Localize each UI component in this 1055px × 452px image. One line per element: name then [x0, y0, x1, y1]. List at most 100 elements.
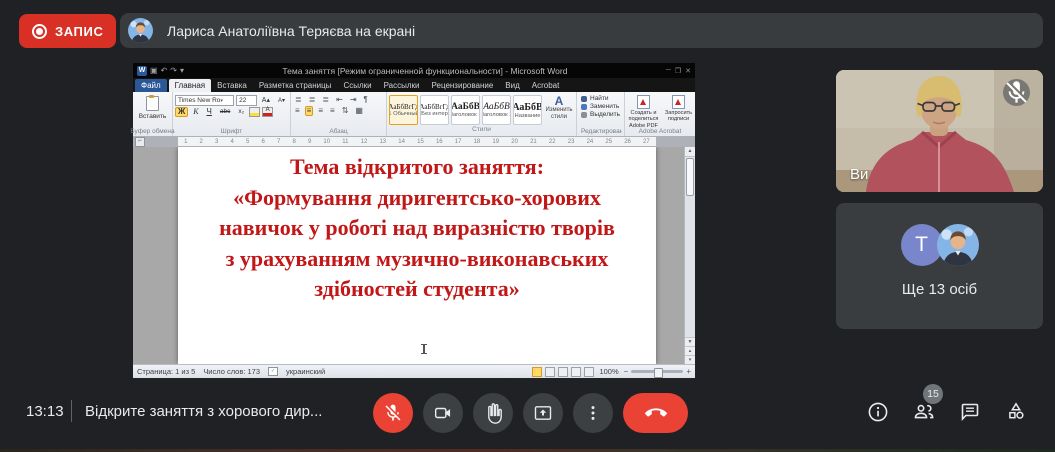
style-name: Заголовок 2: [482, 112, 511, 118]
editing-item[interactable]: Выделить: [581, 111, 622, 118]
borders-button[interactable]: ▦: [353, 106, 365, 116]
self-video-tile[interactable]: Ви: [836, 70, 1043, 192]
numbered-list-button[interactable]: ≣: [307, 95, 318, 105]
bullet-list-button[interactable]: ≣: [293, 95, 304, 105]
justify-button[interactable]: ≡: [328, 106, 337, 116]
mic-toggle-button[interactable]: [373, 393, 413, 433]
ruler-number: 17: [455, 139, 462, 145]
align-right-button[interactable]: ≡: [316, 106, 325, 116]
activities-button[interactable]: [1004, 400, 1028, 424]
document-page[interactable]: Тема відкритого заняття:«Формування дири…: [178, 147, 656, 364]
line-spacing-button[interactable]: ⇅: [340, 106, 351, 116]
undo-icon[interactable]: ↶: [161, 67, 168, 75]
ruler-number: 13: [379, 139, 386, 145]
scrollbar-thumb[interactable]: [686, 158, 694, 196]
page-indicator[interactable]: Страница: 1 из 5: [137, 367, 195, 376]
grow-font-button[interactable]: А▴: [259, 96, 273, 105]
style-card[interactable]: АаБбВЗаголовок 2: [482, 95, 511, 125]
ruler-number: 16: [436, 139, 443, 145]
ribbon-tab-8[interactable]: Вид: [499, 79, 525, 92]
vertical-scrollbar[interactable]: ▲ ▼ ▴ ▾: [684, 147, 695, 364]
self-name-label: Ви: [850, 166, 868, 183]
text-highlight-button[interactable]: [249, 107, 260, 117]
paste-icon[interactable]: [146, 96, 159, 111]
increase-indent-button[interactable]: ⇥: [348, 95, 359, 105]
paragraph-marks-button[interactable]: ¶: [362, 95, 370, 105]
align-left-button[interactable]: ≡: [293, 106, 302, 116]
ribbon-tab-7[interactable]: Рецензирование: [426, 79, 500, 92]
quick-access-toolbar[interactable]: W ▣ ↶ ↷ ▾: [137, 66, 184, 76]
more-participants-label: Ще 13 осіб: [836, 281, 1043, 298]
shrink-font-button[interactable]: А▾: [275, 97, 288, 105]
pdf-icon: [672, 95, 685, 109]
align-center-button[interactable]: ≡: [305, 106, 314, 116]
camera-toggle-button[interactable]: [423, 393, 463, 433]
presenter-label: Лариса Анатоліївна Теряєва на екрані: [167, 23, 415, 39]
style-card[interactable]: АаБбВгГд1 Без интер...: [420, 95, 449, 125]
scroll-up-icon[interactable]: ▲: [685, 147, 695, 157]
tile-mic-muted-badge: [1003, 79, 1030, 106]
word-logo-icon: W: [137, 66, 147, 76]
zoom-slider-thumb[interactable]: [654, 368, 663, 378]
ribbon-tab-bar: ФайлГлавнаяВставкаРазметка страницыСсылк…: [133, 78, 695, 92]
participant-photo: [937, 224, 979, 266]
raise-hand-button[interactable]: [473, 393, 513, 433]
tab-selector[interactable]: ⌐: [135, 137, 145, 147]
ribbon-tab-9[interactable]: Acrobat: [526, 79, 566, 92]
end-call-button[interactable]: [623, 393, 688, 433]
scroll-down-icon[interactable]: ▼: [685, 337, 695, 346]
change-styles-button[interactable]: А Изменить стили: [544, 95, 574, 125]
close-icon[interactable]: ✕: [685, 67, 691, 75]
qat-dropdown-icon[interactable]: ▾: [180, 67, 184, 75]
horizontal-ruler[interactable]: ⌐ 12345678910111213141516171819202122232…: [133, 136, 695, 147]
clipboard-group: Вставить Буфер обмена: [133, 92, 173, 136]
more-options-button[interactable]: [573, 393, 613, 433]
call-controls: [373, 393, 688, 433]
paste-label[interactable]: Вставить: [139, 113, 167, 120]
ribbon-tab-1[interactable]: Файл: [135, 79, 167, 92]
ribbon-tab-5[interactable]: Ссылки: [337, 79, 377, 92]
strikethrough-button[interactable]: abc: [217, 108, 233, 117]
font-size-select[interactable]: 22: [236, 95, 257, 106]
font-name-select[interactable]: Times New Ro ▾: [175, 95, 234, 106]
ribbon-tab-3[interactable]: Вставка: [211, 79, 253, 92]
bold-button[interactable]: Ж: [175, 107, 188, 117]
window-controls[interactable]: ─ ❐ ✕: [666, 67, 691, 75]
restore-icon[interactable]: ❐: [675, 67, 681, 75]
document-text-line: з урахуванням музично-виконавських: [178, 244, 656, 275]
italic-button[interactable]: К: [190, 107, 201, 117]
ribbon-tab-4[interactable]: Разметка страницы: [253, 79, 338, 92]
more-participants-tile[interactable]: Т Ще 13 осіб: [836, 203, 1043, 329]
zoom-slider[interactable]: [631, 370, 683, 373]
underline-button[interactable]: Ч: [204, 107, 215, 117]
decrease-indent-button[interactable]: ⇤: [334, 95, 345, 105]
font-size-value: 22: [239, 97, 246, 104]
document-area: Тема відкритого заняття:«Формування дири…: [133, 147, 695, 364]
minimize-icon[interactable]: ─: [666, 67, 671, 75]
ruler-number: 2: [200, 139, 203, 145]
editing-icon: [581, 104, 587, 110]
ribbon-tab-2[interactable]: Главная: [169, 79, 211, 92]
browse-next-icon[interactable]: ▾: [685, 355, 695, 364]
style-card[interactable]: АаБбВЗаголовок 1: [451, 95, 480, 125]
browse-previous-icon[interactable]: ▴: [685, 346, 695, 355]
redo-icon[interactable]: ↷: [170, 67, 177, 75]
ruler-number: 4: [231, 139, 234, 145]
editing-item[interactable]: Найти: [581, 95, 622, 102]
save-icon[interactable]: ▣: [150, 67, 158, 75]
hand-raise-icon: [484, 403, 503, 424]
participants-button[interactable]: 15: [912, 400, 936, 424]
ribbon-tab-6[interactable]: Рассылки: [378, 79, 426, 92]
subscript-button[interactable]: x₂: [235, 108, 247, 117]
word-count[interactable]: Число слов: 173: [203, 367, 260, 376]
style-card[interactable]: АаБбВгГд1 Обычный: [389, 95, 418, 125]
style-card[interactable]: АаБбВНазвание: [513, 95, 542, 125]
font-color-button[interactable]: А: [262, 107, 273, 117]
multilevel-list-button[interactable]: ≣: [320, 95, 331, 105]
editing-item[interactable]: Заменить: [581, 103, 622, 110]
avatar-photo: [937, 224, 979, 266]
chat-button[interactable]: [958, 400, 982, 424]
meeting-details-button[interactable]: [866, 400, 890, 424]
present-screen-button[interactable]: [523, 393, 563, 433]
ruler-number: 26: [624, 139, 631, 145]
